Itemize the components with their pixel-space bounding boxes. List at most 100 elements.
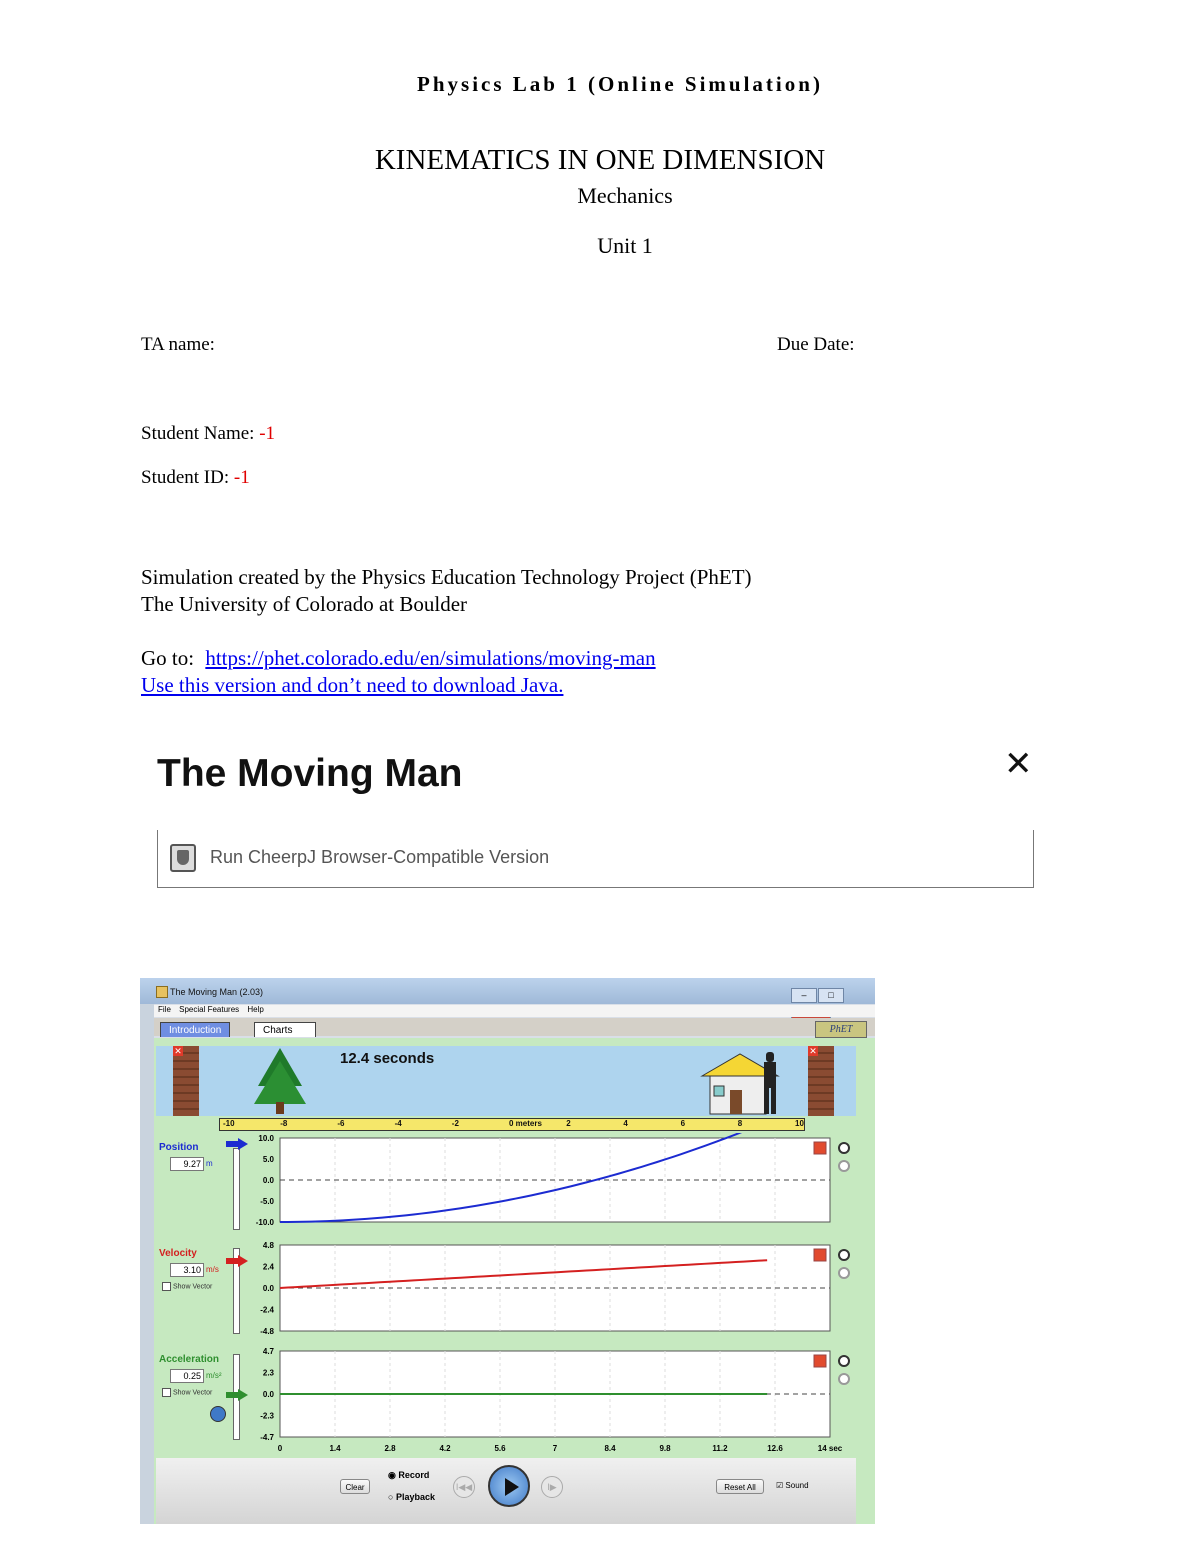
tab-charts[interactable]: Charts [254,1022,316,1037]
position-value-field[interactable]: 9.27 [170,1157,204,1171]
desktop-strip [140,978,154,1524]
student-name-label: Student Name: [141,423,255,444]
ta-name-label: TA name: [141,334,215,355]
tab-introduction[interactable]: Introduction [160,1022,231,1037]
time-tick-label: 5.6 [494,1444,506,1453]
playback-radio[interactable]: ○ Playback [388,1492,435,1502]
velocity-tick-label: -2.4 [260,1306,274,1315]
ruler-tick-label: -6 [337,1119,345,1128]
version-link[interactable]: Use this version and don’t need to downl… [141,673,563,697]
velocity-show-vector-checkbox[interactable]: Show Vector [162,1282,212,1291]
acceleration-play-icon[interactable] [210,1406,226,1422]
ruler-tick-label: 6 [680,1119,686,1128]
moving-man-title: The Moving Man [157,752,463,795]
acceleration-tick-label: 2.3 [263,1369,275,1378]
time-tick-label: 1.4 [329,1444,341,1453]
close-icon[interactable]: ✕ [1004,744,1033,784]
tree-icon [254,1048,306,1114]
acceleration-tick-label: -2.3 [260,1412,274,1421]
menu-file[interactable]: File [158,1005,171,1014]
house-and-man-icon [700,1052,780,1115]
position-tick-label: -10.0 [256,1218,275,1227]
acceleration-arrow-icon[interactable] [226,1389,248,1401]
rewind-icon[interactable]: I◀◀ [453,1476,475,1498]
phet-logo: PhET [815,1021,867,1038]
sim-url-link[interactable]: https://phet.colorado.edu/en/simulations… [205,646,655,670]
record-radio[interactable]: ◉ Record [388,1470,429,1481]
position-slider[interactable] [233,1148,240,1230]
acceleration-value-field[interactable]: 0.25 [170,1369,204,1383]
right-wall [808,1046,834,1116]
ruler-tick-label: -2 [451,1119,459,1128]
due-date-label: Due Date: [777,334,855,355]
credits-line-2: The University of Colorado at Boulder [141,592,468,616]
acceleration-show-vector-checkbox[interactable]: Show Vector [162,1388,212,1397]
acceleration-label: Acceleration [159,1354,220,1365]
sound-checkbox[interactable]: ☑ Sound [776,1481,809,1490]
zoom-in-icon [838,1249,850,1261]
position-label: Position [159,1142,199,1153]
position-tick-label: 10.0 [258,1134,274,1143]
acceleration-unit: m/s² [206,1371,222,1380]
run-cheerpj-label: Run CheerpJ Browser-Compatible Version [210,847,550,867]
time-tick-label: 7 [553,1444,558,1453]
record-label: Record [398,1470,430,1480]
time-tick-label: 4.2 [439,1444,451,1453]
play-button[interactable] [488,1465,530,1507]
left-wall [173,1046,199,1116]
velocity-unit: m/s [206,1265,219,1274]
acceleration-tick-label: -4.7 [260,1433,274,1442]
student-name-row: Student Name: -1 [141,423,275,445]
time-tick-label: 12.6 [767,1444,783,1453]
clear-button[interactable]: Clear [340,1479,370,1494]
menu-special-features[interactable]: Special Features [179,1005,239,1014]
zoom-in-icon [838,1142,850,1154]
time-readout: 12.4 seconds [340,1050,435,1067]
charts-svg: 10.0 5.0 0.0 -5.0 -10.0 4.8 2.4 0.0 -2.4 -4.8 4.7 2… [256,1133,850,1453]
velocity-arrow-icon[interactable] [226,1255,248,1267]
velocity-value-field[interactable]: 3.10 [170,1263,204,1277]
menu-help[interactable]: Help [247,1005,263,1014]
java-icon [156,986,168,998]
links-block: Go to: https://phet.colorado.edu/en/simu… [141,645,656,699]
time-tick-label: 8.4 [604,1444,616,1453]
main-title: KINEMATICS IN ONE DIMENSION [374,144,826,176]
position-arrow-icon[interactable] [226,1138,248,1150]
goto-label: Go to: [141,646,195,670]
zoom-in-icon [838,1355,850,1367]
acceleration-tick-label: 4.7 [263,1347,275,1356]
ruler-tick-label: -8 [280,1119,288,1128]
ruler-tick-label: 4 [623,1119,628,1128]
minimize-icon[interactable]: – [791,988,817,1003]
time-tick-label: 11.2 [712,1444,728,1453]
subtitle: Mechanics [577,183,673,208]
ruler-tick-label: -10 [223,1119,235,1128]
velocity-tick-label: 4.8 [263,1241,275,1250]
credits-block: Simulation created by the Physics Educat… [141,564,752,618]
zoom-out-icon [838,1267,850,1279]
left-wall-close-icon[interactable]: ✕ [173,1046,183,1056]
time-tick-label: 0 [278,1444,283,1453]
sound-label: Sound [785,1481,809,1490]
ruler-tick-label: -4 [394,1119,402,1128]
zoom-out-icon [838,1373,850,1385]
right-wall-close-icon[interactable]: ✕ [808,1046,818,1056]
position-tick-label: 5.0 [263,1155,275,1164]
velocity-tick-label: -4.8 [260,1327,274,1336]
simulator-screenshot: The Moving Man (2.03) –□ ✕ File Special F… [140,978,875,1524]
ruler-tick-label: 10 [795,1119,804,1128]
position-tick-label: -5.0 [260,1197,274,1206]
reset-all-button[interactable]: Reset All [716,1479,764,1494]
velocity-tick-label: 2.4 [263,1263,275,1272]
maximize-icon[interactable]: □ [818,988,844,1003]
time-tick-label: 9.8 [659,1444,671,1453]
playback-label: Playback [395,1492,435,1502]
acceleration-minimize-button [813,1354,827,1368]
time-tick-label: 2.8 [384,1444,396,1453]
window-title: The Moving Man (2.03) [170,987,264,997]
step-icon[interactable]: I▶ [541,1476,563,1498]
velocity-minimize-button [813,1248,827,1262]
unit-label: Unit 1 [597,233,653,258]
time-tick-label: 14 sec [818,1444,843,1453]
student-id-label: Student ID: [141,467,230,488]
